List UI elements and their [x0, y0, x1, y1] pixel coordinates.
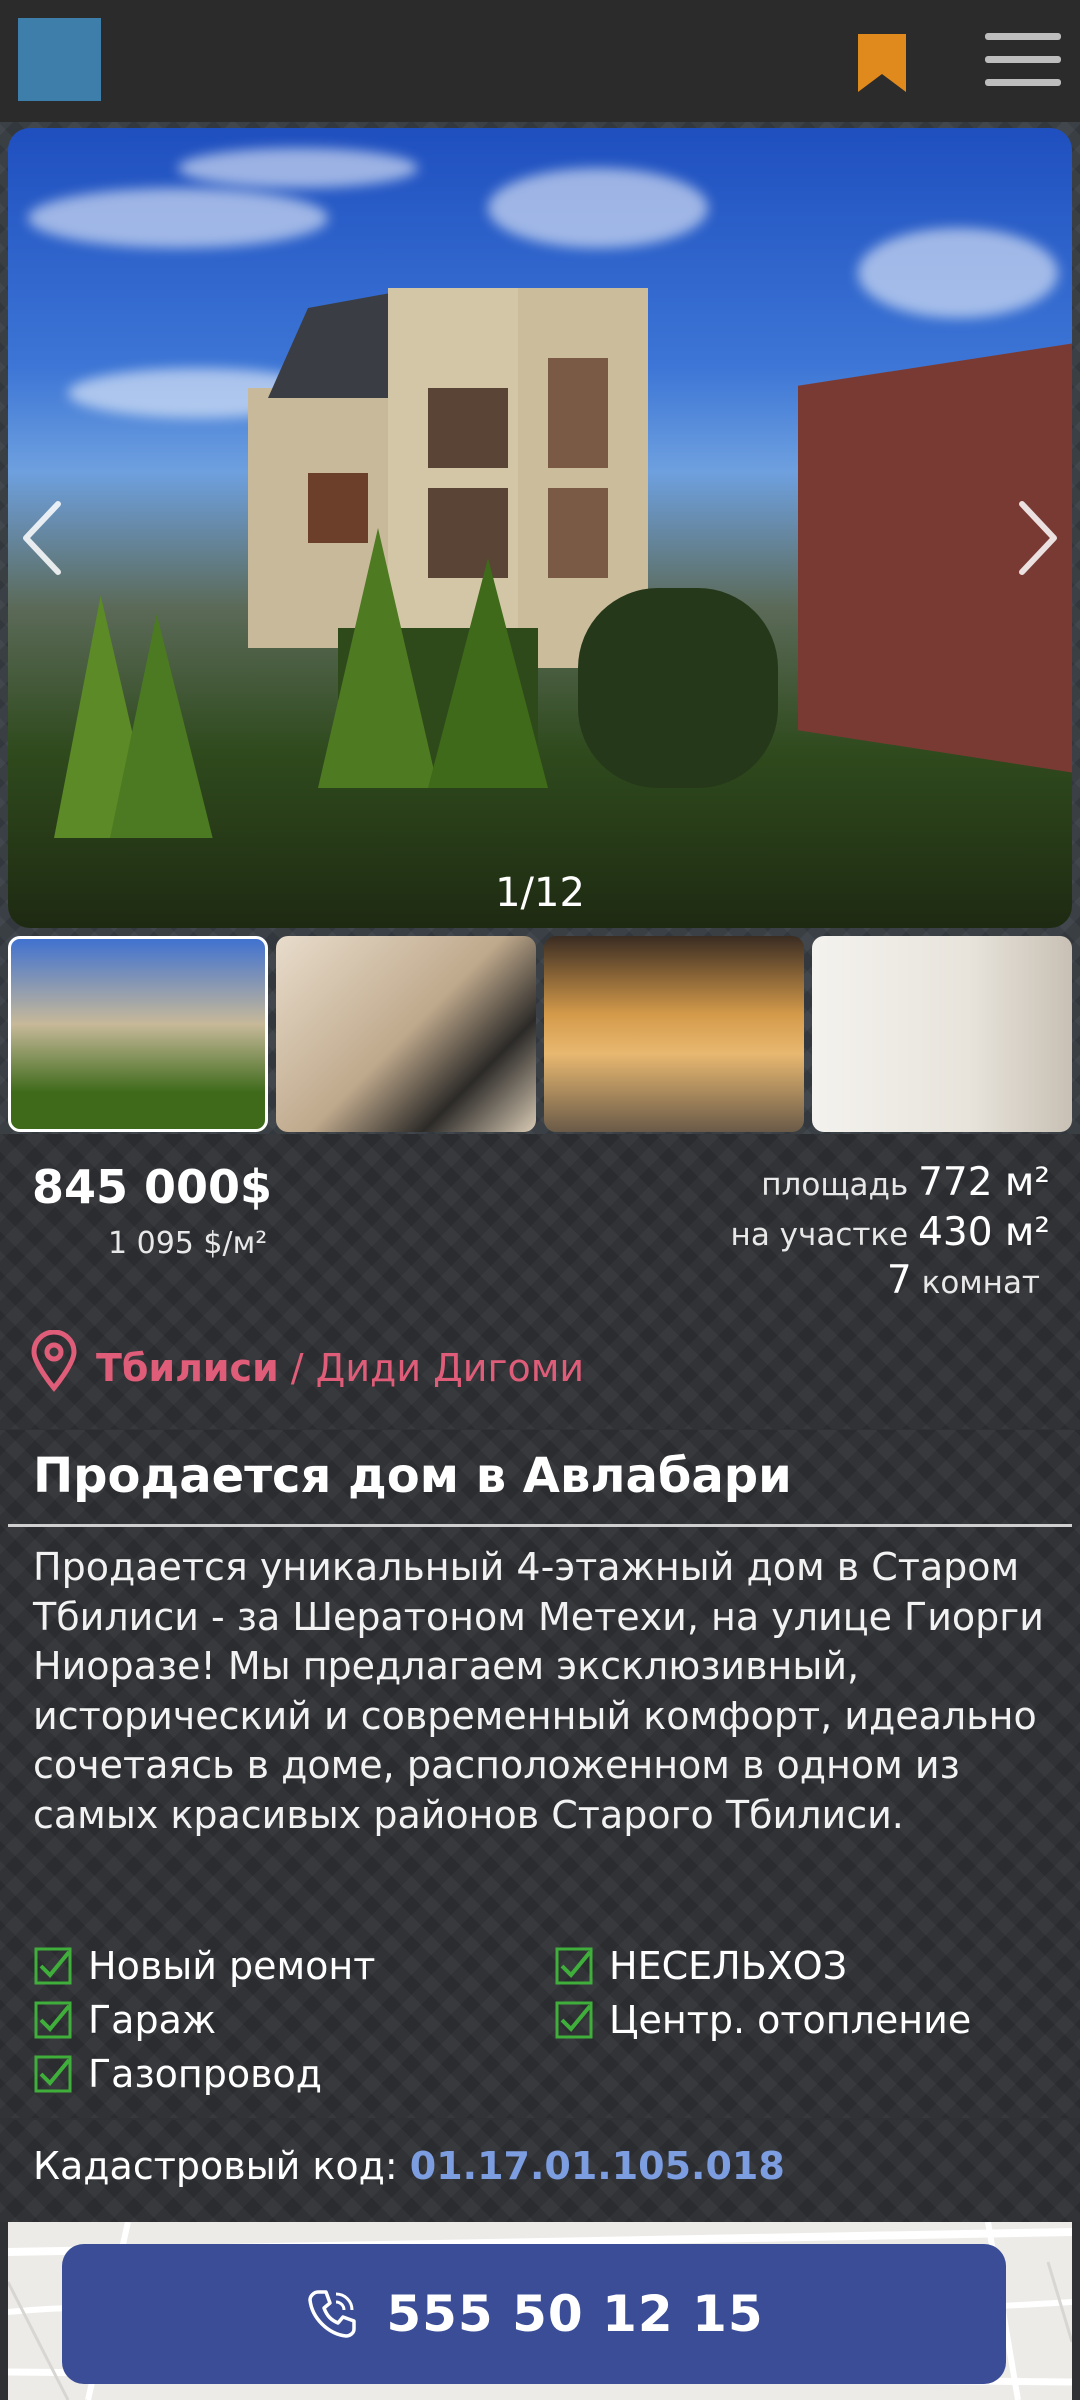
- checkbox-icon: [34, 2055, 72, 2093]
- area-spec: площадь 772 м²: [761, 1160, 1050, 1205]
- feature-item: Гараж: [33, 1998, 216, 2042]
- rooms-label: комнат: [921, 1265, 1040, 1301]
- listing-description: Продается уникальный 4-этажный дом в Ста…: [33, 1545, 1044, 1837]
- call-button[interactable]: 555 50 12 15: [62, 2244, 1006, 2384]
- listing-title: Продается дом в Авлабари: [33, 1448, 792, 1504]
- area-label: площадь: [761, 1167, 909, 1203]
- area-value: 772 м²: [918, 1160, 1050, 1205]
- feature-item: Газопровод: [33, 2052, 322, 2096]
- location[interactable]: Тбилиси / Диди Дигоми: [96, 1346, 584, 1390]
- price: 845 000$: [32, 1160, 273, 1214]
- feature-label: Новый ремонт: [88, 1944, 376, 1988]
- hamburger-menu-icon[interactable]: [985, 33, 1061, 89]
- thumbnail-1[interactable]: [8, 936, 268, 1132]
- plot-spec: на участке 430 м²: [731, 1210, 1050, 1255]
- phone-icon: [308, 2290, 357, 2338]
- checkbox-icon: [555, 2001, 593, 2039]
- cadastral-label: Кадастровый код:: [33, 2144, 410, 2188]
- next-photo-icon[interactable]: [1012, 498, 1062, 578]
- price-per-m2: 1 095 $/м²: [108, 1226, 268, 1261]
- feature-label: Центр. отопление: [609, 1998, 972, 2042]
- logo[interactable]: [18, 18, 101, 101]
- cadastral-row: Кадастровый код: 01.17.01.105.018: [33, 2144, 785, 2188]
- thumbnail-4[interactable]: [812, 936, 1072, 1132]
- feature-item: Новый ремонт: [33, 1944, 375, 1988]
- top-bar: [0, 0, 1080, 122]
- plot-value: 430 м²: [918, 1210, 1050, 1255]
- thumbnail-3[interactable]: [544, 936, 804, 1132]
- feature-item: Центр. отопление: [554, 1998, 971, 2042]
- photo-counter: 1/12: [495, 870, 585, 916]
- checkbox-icon: [34, 2001, 72, 2039]
- main-photo[interactable]: 1/12: [8, 128, 1072, 928]
- feature-label: НЕСЕЛЬХОЗ: [609, 1944, 848, 1988]
- house-image: [248, 288, 778, 788]
- checkbox-icon: [34, 1947, 72, 1985]
- previous-photo-icon[interactable]: [18, 498, 68, 578]
- thumbnail-strip: [8, 936, 1072, 1132]
- city[interactable]: Тбилиси: [96, 1346, 279, 1390]
- checkbox-icon: [555, 1947, 593, 1985]
- divider: [8, 1524, 1072, 1527]
- rooms-value: 7: [886, 1258, 912, 1303]
- bookmark-icon[interactable]: [856, 32, 908, 94]
- rooms-spec: 7 комнат: [887, 1258, 1040, 1303]
- feature-label: Газопровод: [88, 2052, 323, 2096]
- district[interactable]: / Диди Дигоми: [279, 1346, 584, 1390]
- cadastral-code[interactable]: 01.17.01.105.018: [410, 2144, 785, 2188]
- plot-label: на участке: [730, 1217, 909, 1253]
- phone-number: 555 50 12 15: [386, 2285, 764, 2343]
- thumbnail-2[interactable]: [276, 936, 536, 1132]
- feature-label: Гараж: [88, 1998, 217, 2042]
- trees-left: [54, 595, 213, 838]
- location-pin-icon: [31, 1330, 77, 1392]
- feature-item: НЕСЕЛЬХОЗ: [554, 1944, 847, 1988]
